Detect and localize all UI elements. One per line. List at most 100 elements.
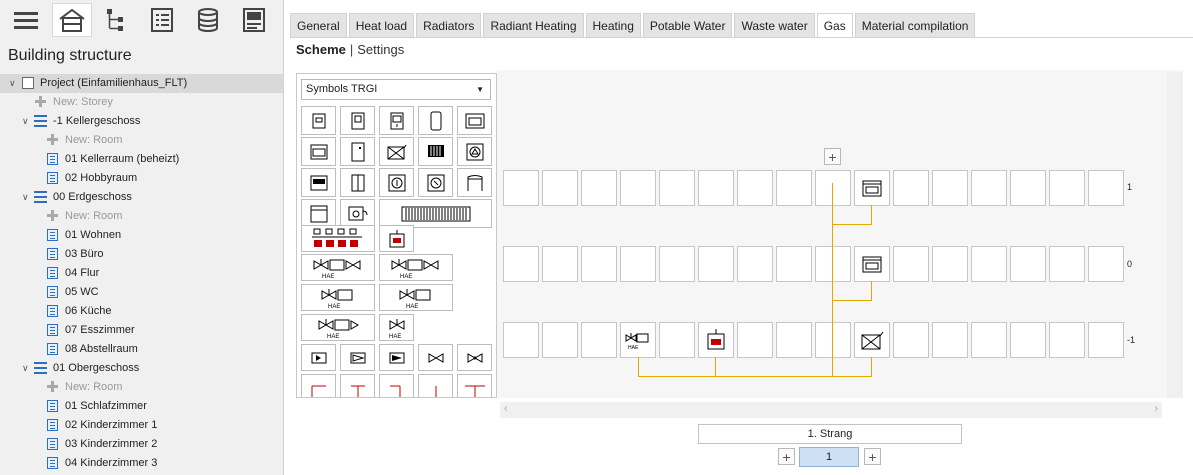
scheme-cell[interactable] (1010, 246, 1046, 282)
tree-item-room[interactable]: 04 Kinderzimmer 3 (0, 454, 283, 473)
symbol-set-select[interactable]: Symbols TRGI ▼ (301, 79, 491, 100)
scheme-cell[interactable] (542, 246, 578, 282)
symbol-boiler-circle-icon[interactable] (418, 168, 453, 197)
symbol-tee-3-icon[interactable] (457, 374, 492, 397)
chevron-down-icon[interactable]: ∨ (22, 359, 32, 378)
symbol-valve-alt-icon[interactable] (457, 344, 492, 371)
symbol-flue-heater-icon[interactable] (379, 137, 414, 166)
scheme-cell[interactable] (815, 246, 851, 282)
scheme-cell[interactable] (698, 170, 734, 206)
scheme-cell-heater[interactable] (854, 322, 890, 358)
tab-material-compilation[interactable]: Material compilation (854, 13, 976, 37)
tab-radiators[interactable]: Radiators (416, 13, 482, 37)
tab-heat-load[interactable]: Heat load (348, 13, 415, 37)
tree-item-project[interactable]: ∨ Project (Einfamilienhaus_FLT) (0, 74, 283, 93)
symbol-meter-group-icon[interactable] (301, 225, 375, 252)
symbol-radiant-heater-icon[interactable] (418, 137, 453, 166)
tree-item-storey[interactable]: ∨ 00 Erdgeschoss (0, 188, 283, 207)
scheme-cell[interactable] (581, 170, 617, 206)
list-icon[interactable] (142, 3, 182, 37)
symbol-hae-valve-alt-icon[interactable]: HAE (379, 254, 453, 281)
scheme-cell[interactable] (971, 246, 1007, 282)
strang-name-field[interactable]: 1. Strang (698, 424, 962, 444)
hamburger-menu-icon[interactable] (6, 3, 46, 37)
scheme-cell[interactable] (932, 170, 968, 206)
tree-item-room[interactable]: 01 Wohnen (0, 226, 283, 245)
scheme-cell-hae-valve[interactable]: HAE (620, 322, 656, 358)
tab-waste-water[interactable]: Waste water (734, 13, 815, 37)
tree-item-new-room[interactable]: New: Room (0, 378, 283, 397)
tree-item-room[interactable]: 03 Kinderzimmer 2 (0, 435, 283, 454)
scheme-cell[interactable] (932, 322, 968, 358)
symbol-burner-icon[interactable] (379, 168, 414, 197)
symbol-fitting-3-icon[interactable] (379, 344, 414, 371)
scheme-cell[interactable] (1010, 322, 1046, 358)
scheme-cell[interactable] (503, 170, 539, 206)
scheme-cell-stove[interactable] (854, 170, 890, 206)
tree-item-new-storey[interactable]: New: Storey (0, 93, 283, 112)
scheme-cell[interactable] (620, 170, 656, 206)
symbol-gas-meter-red-icon[interactable] (379, 225, 414, 252)
tree-item-storey[interactable]: ∨ -1 Kellergeschoss (0, 112, 283, 131)
symbol-fireplace-icon[interactable] (457, 168, 492, 197)
symbol-boiler-icon[interactable] (340, 106, 375, 135)
form-icon[interactable] (234, 3, 274, 37)
scheme-cell[interactable] (1088, 170, 1124, 206)
symbol-appliance-circle-icon[interactable] (457, 137, 492, 166)
scheme-cell[interactable] (893, 170, 929, 206)
tree-item-room[interactable]: 04 Flur (0, 264, 283, 283)
scheme-cell[interactable] (620, 246, 656, 282)
scheme-cell[interactable] (737, 322, 773, 358)
scheme-cell[interactable] (776, 246, 812, 282)
scheme-cell[interactable] (659, 170, 695, 206)
scheme-cell[interactable] (737, 246, 773, 282)
scheme-cell[interactable] (581, 246, 617, 282)
symbol-cabinet-heater-icon[interactable] (340, 137, 375, 166)
scheme-cell[interactable] (893, 322, 929, 358)
scheme-cell[interactable] (815, 170, 851, 206)
strang-number-field[interactable]: 1 (799, 447, 859, 467)
building-icon[interactable] (52, 3, 92, 37)
tree-item-room[interactable]: 01 Schlafzimmer (0, 397, 283, 416)
tree-item-room[interactable]: 02 Hobbyraum (0, 169, 283, 188)
symbol-double-cabinet-icon[interactable] (340, 168, 375, 197)
symbol-hae-shutoff-icon[interactable]: HAE (301, 314, 375, 341)
symbol-infrared-radiator-icon[interactable] (379, 199, 492, 228)
scheme-cell[interactable] (1010, 170, 1046, 206)
tree-item-storey[interactable]: ∨ 01 Obergeschoss (0, 359, 283, 378)
vertical-scrollbar[interactable] (1167, 72, 1183, 398)
add-row-button[interactable]: + (824, 148, 841, 165)
add-strang-after-button[interactable]: + (864, 448, 881, 465)
horizontal-scrollbar[interactable]: ‹ › (500, 402, 1162, 418)
symbol-oven-icon[interactable] (457, 106, 492, 135)
scheme-cell[interactable] (542, 322, 578, 358)
symbol-hae-valve-2-icon[interactable]: HAE (379, 284, 453, 311)
scheme-cell[interactable] (659, 322, 695, 358)
scheme-cell[interactable] (698, 246, 734, 282)
symbol-dryer-icon[interactable] (301, 168, 336, 197)
symbol-gas-meter-icon[interactable] (301, 106, 336, 135)
tree-item-new-room[interactable]: New: Room (0, 207, 283, 226)
symbol-gas-outlet-icon[interactable] (340, 199, 375, 228)
symbol-hae-small-icon[interactable]: HAE (379, 314, 414, 341)
symbol-fitting-1-icon[interactable] (301, 344, 336, 371)
tab-radiant-heating[interactable]: Radiant Heating (483, 13, 584, 37)
scheme-cell[interactable] (776, 322, 812, 358)
tab-gas[interactable]: Gas (816, 13, 853, 37)
symbol-fitting-2-icon[interactable] (340, 344, 375, 371)
scheme-cell[interactable] (776, 170, 812, 206)
scheme-cell[interactable] (893, 246, 929, 282)
symbol-stove-icon[interactable] (301, 137, 336, 166)
tab-general[interactable]: General (290, 13, 347, 37)
tree-item-room[interactable]: 01 Kellerraum (beheizt) (0, 150, 283, 169)
symbol-hae-valve-large-icon[interactable]: HAE (301, 254, 375, 281)
scheme-cell[interactable] (542, 170, 578, 206)
network-tree-icon[interactable] (96, 3, 136, 37)
tree-item-room[interactable]: 08 Abstellraum (0, 340, 283, 359)
database-icon[interactable] (188, 3, 228, 37)
scheme-cell[interactable] (503, 322, 539, 358)
scroll-right-icon[interactable]: › (1155, 403, 1158, 414)
scheme-cell[interactable] (581, 322, 617, 358)
tree-item-room[interactable]: 07 Esszimmer (0, 321, 283, 340)
scheme-cell-stove[interactable] (854, 246, 890, 282)
